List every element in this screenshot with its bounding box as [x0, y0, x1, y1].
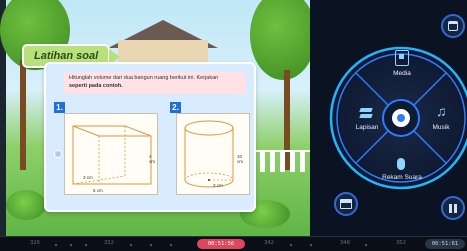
- timeline-dot: [310, 244, 312, 246]
- tree-left-trunk: [20, 60, 26, 170]
- layers-icon[interactable]: [359, 108, 374, 118]
- timeline-tick: 342: [264, 240, 274, 246]
- banner-title: Latihan soal: [34, 50, 99, 62]
- lesson-scene: Latihan soal Hitunglah volume dari dua b…: [0, 0, 310, 236]
- instruction-line-2: seperti pada contoh.: [69, 82, 123, 89]
- question-1-dim-height: 4 cm: [149, 154, 155, 164]
- timeline-dot: [290, 244, 292, 246]
- timeline-tick: 332: [104, 240, 114, 246]
- calendar-icon: [448, 21, 458, 31]
- question-2-number: 2.: [170, 102, 181, 113]
- timeline-dot: [70, 244, 72, 246]
- question-1-dim-depth: 3 cm: [83, 175, 93, 180]
- timeline-dot: [85, 244, 87, 246]
- question-1-dim-length: 5 cm: [93, 188, 103, 193]
- timeline-tick: 326: [30, 240, 40, 246]
- menu-label-musik[interactable]: Musik: [426, 124, 456, 131]
- timeline-dot: [170, 244, 172, 246]
- store-icon: [340, 199, 352, 209]
- menu-label-rekam-suara[interactable]: Rekam Suara: [380, 174, 424, 181]
- question-1-figure: 4 cm 3 cm 5 cm: [64, 113, 158, 195]
- store-button[interactable]: [334, 192, 358, 216]
- timeline-bar[interactable]: 326 332 00:51:56 342 348 352 00:51:61: [0, 236, 467, 251]
- menu-label-media[interactable]: Media: [388, 70, 416, 77]
- triangular-prism-drawing: [72, 125, 152, 185]
- pause-icon: [449, 203, 457, 213]
- timeline-dot: [55, 244, 57, 246]
- timeline-end-timecode: 00:51:61: [425, 239, 465, 249]
- timeline-dot: [150, 244, 152, 246]
- bush-left: [6, 190, 46, 220]
- instruction-box: Hitunglah volume dari dua bangun ruang b…: [64, 72, 246, 94]
- timeline-tick: 352: [396, 240, 406, 246]
- question-2-figure: 10 cm 3 cm: [176, 113, 250, 195]
- timeline-dot: [130, 244, 132, 246]
- tree-right: [250, 0, 310, 80]
- music-icon[interactable]: ♫: [436, 104, 447, 118]
- question-2-dim-radius: 3 cm: [213, 183, 223, 188]
- card-side-handle[interactable]: [54, 150, 62, 158]
- instruction-line-1: Hitunglah volume dari dua bangun ruang b…: [69, 75, 219, 81]
- timeline-tick: 348: [340, 240, 350, 246]
- control-panel: Media Lapisan ♫ Musik Rekam Suara: [310, 0, 467, 236]
- microphone-icon[interactable]: [397, 158, 405, 170]
- menu-label-lapisan[interactable]: Lapisan: [350, 124, 384, 131]
- question-1-number: 1.: [54, 102, 65, 113]
- pause-button[interactable]: [441, 196, 465, 220]
- media-icon[interactable]: [395, 50, 409, 66]
- question-2-dim-height: 10 cm: [237, 154, 243, 164]
- timeline-playhead[interactable]: 00:51:56: [197, 239, 245, 249]
- calendar-button[interactable]: [441, 14, 465, 38]
- timeline-dot: [365, 244, 367, 246]
